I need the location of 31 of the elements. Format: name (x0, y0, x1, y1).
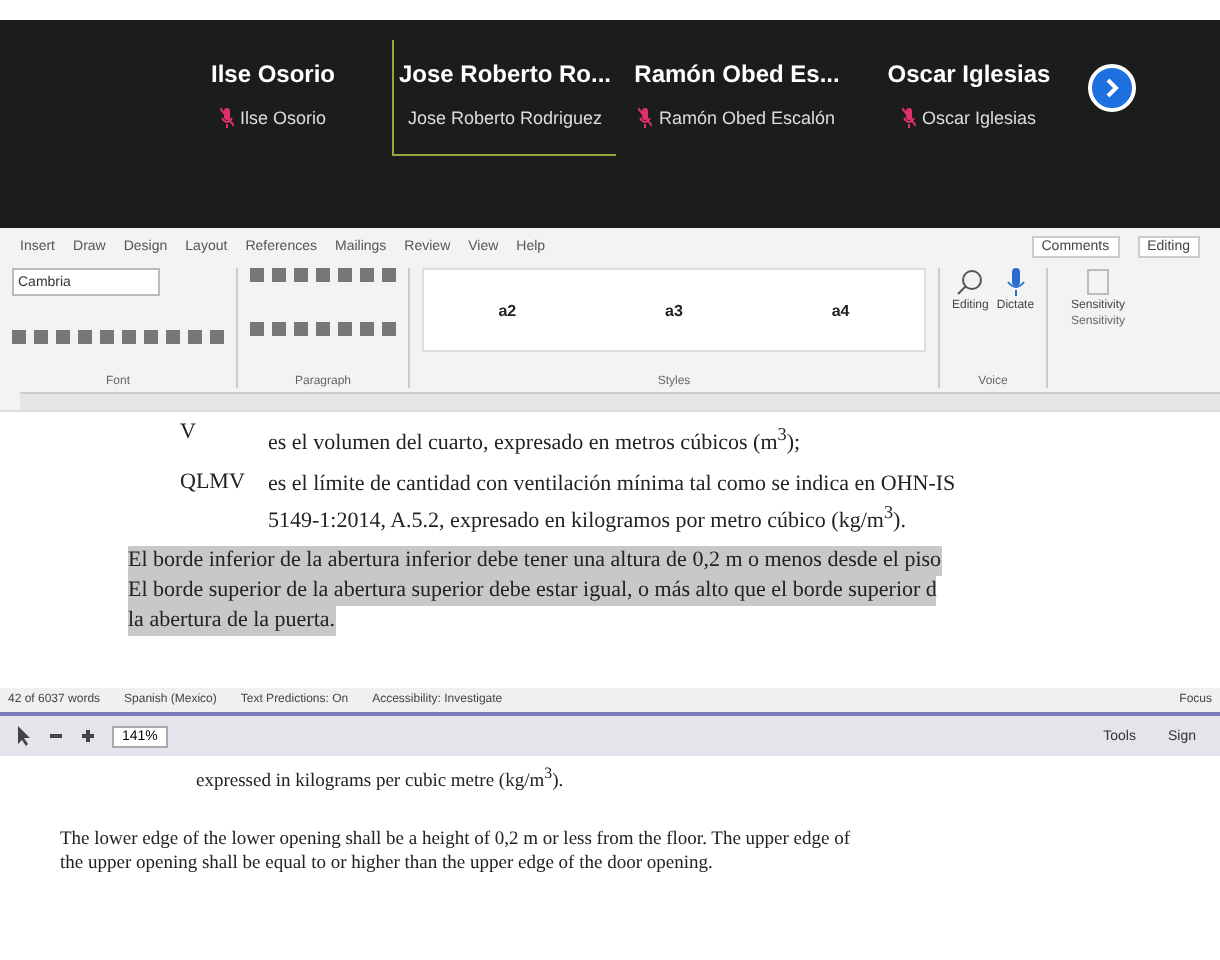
participant-name: Ramón Obed Es... (634, 60, 840, 88)
participant-label: Ilse Osorio (239, 108, 326, 128)
zoom-out-icon (48, 728, 64, 744)
participant-tile[interactable]: Ilse Osorio Ilse Osorio (160, 40, 384, 156)
cursor-icon (16, 726, 32, 746)
next-page-button[interactable] (1088, 64, 1136, 112)
style-item[interactable]: a4 (831, 301, 850, 319)
definition-term: QLMV (180, 469, 247, 498)
search-icon (956, 268, 985, 296)
definition-text: 5149-1:2014, A.5.2, expresado en kilogramos por metro cúbico (kg/m$^{3}$). (268, 499, 906, 535)
definition-text: es el volumen del cuarto, expresado en metros cúbicos (m$^{3}$); (268, 422, 801, 458)
paragraph-line: the upper opening shall be equal to or higher than the upper edge of the door opening. (60, 852, 713, 877)
style-item[interactable]: a3 (665, 301, 683, 319)
participant-name: Jose Roberto Ro... (398, 60, 611, 88)
definition-text: es el límite de cantidad con ventilación mínima tal como se indica en OHN-IS (268, 469, 956, 498)
chevron-right-icon (1104, 78, 1120, 98)
document-icon (1086, 268, 1111, 296)
zoom-in-icon (80, 728, 96, 744)
style-item[interactable]: a2 (498, 301, 517, 319)
participant-tile[interactable]: Oscar Iglesias Oscar Iglesias (856, 40, 1080, 156)
participant-label: Jose Roberto Rodriguez (407, 108, 603, 128)
participant-tile[interactable]: Ramón Obed Es... Ramón Obed Escalón (624, 40, 848, 156)
microphone-icon (1005, 268, 1026, 296)
definition-term: V (180, 420, 198, 448)
participant-name: Ilse Osorio (210, 60, 336, 88)
participant-label: Oscar Iglesias (921, 108, 1037, 128)
participant-label: Ramón Obed Escalón (658, 108, 836, 128)
participant-tile[interactable]: Jose Roberto Ro... Jose Roberto Rodriguez (392, 40, 616, 156)
participant-name: Oscar Iglesias (887, 60, 1051, 88)
definition-text: expressed in kilograms per cubic metre (kg/m$^{3}$). (196, 764, 564, 793)
paragraph-line: The lower edge of the lower opening shall be a height of 0,2 m or less from the floor. The upper edge of (60, 828, 851, 853)
